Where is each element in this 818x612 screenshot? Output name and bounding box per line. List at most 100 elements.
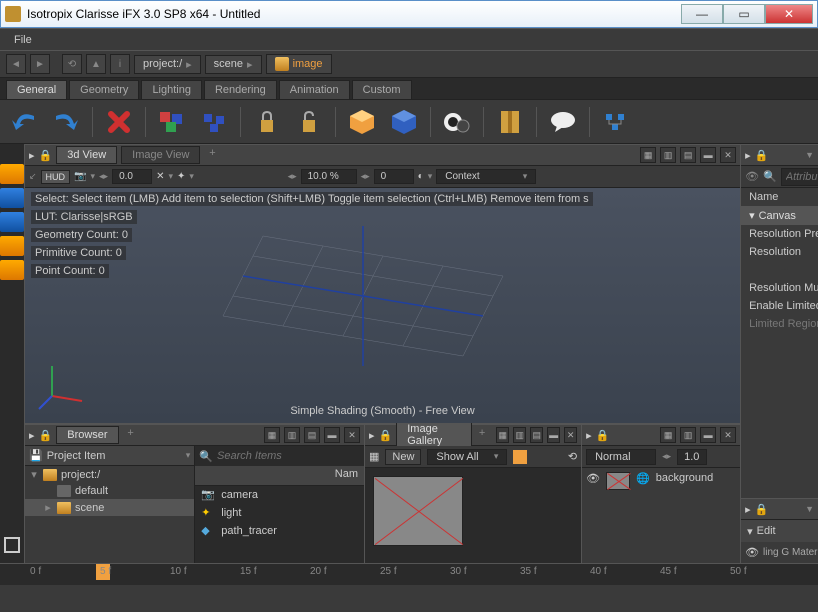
group-button[interactable] <box>156 106 188 138</box>
layout-button[interactable]: ▬ <box>324 427 340 443</box>
item-row[interactable]: 📷camera <box>195 486 364 504</box>
layout-button[interactable]: ▬ <box>547 427 560 443</box>
context-dropdown[interactable]: Context ▾ <box>436 169 536 184</box>
lock-icon[interactable]: 🔒 <box>39 429 53 442</box>
pin-icon[interactable]: ▸ <box>29 149 35 162</box>
delete-button[interactable] <box>103 106 135 138</box>
annotate-button[interactable] <box>547 106 579 138</box>
tool-move[interactable] <box>0 188 24 208</box>
attr-resolution[interactable]: Resolution <box>741 243 818 261</box>
lock-icon[interactable]: 🔒 <box>596 429 610 442</box>
dropdown-icon[interactable]: ▼ <box>805 150 814 160</box>
shelf-tab-animation[interactable]: Animation <box>279 80 350 99</box>
breadcrumb-image[interactable]: image <box>266 54 332 74</box>
tree-row-scene[interactable]: ▸scene <box>25 499 194 516</box>
layer-name[interactable]: background <box>656 472 714 484</box>
shelf-tab-general[interactable]: General <box>6 80 67 99</box>
new-button[interactable]: New <box>385 449 421 465</box>
add-tab-button[interactable]: + <box>204 147 220 163</box>
pin-icon[interactable]: ▸ <box>29 429 35 442</box>
add-tab-button[interactable]: + <box>476 427 489 443</box>
item-row[interactable]: ✦light <box>195 504 364 522</box>
unlock-button[interactable] <box>293 106 325 138</box>
tool-select[interactable] <box>0 164 24 184</box>
attributes-filter-input[interactable] <box>781 168 818 186</box>
opacity-field[interactable]: 1.0 <box>677 449 707 465</box>
layout-button[interactable]: ▥ <box>680 427 696 443</box>
eye-icon[interactable]: 👁 <box>745 170 759 183</box>
tree-row-default[interactable]: default <box>25 483 194 499</box>
panel-close-button[interactable]: ✕ <box>344 427 360 443</box>
gallery-thumbnail[interactable] <box>373 476 463 546</box>
dropdown-icon[interactable]: ▼ <box>805 504 814 514</box>
hud-toggle[interactable]: HUD <box>41 170 71 184</box>
layout-1-button[interactable]: ▦ <box>640 147 656 163</box>
pin-icon[interactable]: ▸ <box>586 429 592 442</box>
attr-resolution-multiplier[interactable]: Resolution Multiplier <box>741 279 818 297</box>
layout-button[interactable]: ▦ <box>496 427 509 443</box>
nav-forward-button[interactable]: ► <box>30 54 50 74</box>
layer-thumbnail[interactable] <box>606 472 630 490</box>
layout-button[interactable]: ▤ <box>304 427 320 443</box>
box-blue-button[interactable] <box>388 106 420 138</box>
layout-2-button[interactable]: ▥ <box>660 147 676 163</box>
project-item-label[interactable]: Project Item <box>47 450 106 462</box>
pin-icon[interactable]: ▸ <box>745 149 751 162</box>
archive-button[interactable] <box>494 106 526 138</box>
search-items-input[interactable] <box>217 450 360 462</box>
eye-icon[interactable]: 👁 <box>586 472 600 485</box>
gallery-grid-icon[interactable]: ▦ <box>369 450 379 463</box>
hierarchy-button[interactable] <box>600 106 632 138</box>
tab-browser[interactable]: Browser <box>56 426 118 444</box>
lock-icon[interactable]: 🔒 <box>379 429 393 442</box>
refresh-icon[interactable]: ⟲ <box>568 450 577 463</box>
layout-button[interactable]: ▥ <box>284 427 300 443</box>
layout-button[interactable]: ▬ <box>700 427 716 443</box>
render-settings-button[interactable] <box>441 106 473 138</box>
vp-camera-icon[interactable]: 📷 <box>74 171 86 182</box>
layout-button[interactable]: ▤ <box>530 427 543 443</box>
layout-button[interactable]: ▦ <box>264 427 280 443</box>
tab-image-view[interactable]: Image View <box>121 146 200 164</box>
column-name[interactable]: Nam <box>195 466 364 486</box>
undo-button[interactable] <box>8 106 40 138</box>
vp-magic-icon[interactable]: ✦ <box>177 171 185 182</box>
show-all-dropdown[interactable]: Show All▾ <box>427 449 507 465</box>
nav-info-button[interactable]: i <box>110 54 130 74</box>
panel-close-button[interactable]: ✕ <box>720 427 736 443</box>
shelf-tab-geometry[interactable]: Geometry <box>69 80 139 99</box>
maximize-button[interactable]: ▭ <box>723 4 765 24</box>
layout-button[interactable]: ▥ <box>513 427 526 443</box>
lock-icon[interactable]: 🔒 <box>39 149 53 162</box>
layout-button[interactable]: ▦ <box>660 427 676 443</box>
breadcrumb-root[interactable]: project:/▸ <box>134 55 201 74</box>
tool-frame[interactable] <box>4 537 20 553</box>
attr-name[interactable]: Name <box>741 188 818 206</box>
blend-mode-dropdown[interactable]: Normal <box>586 449 656 465</box>
gallery-color-icon[interactable] <box>513 450 527 464</box>
frame-field[interactable]: 0 <box>374 169 414 184</box>
timeline[interactable]: 0 f 5 f 10 f 15 f 20 f 25 f 30 f 35 f 40… <box>0 563 818 585</box>
nav-up-button[interactable]: ▲ <box>86 54 106 74</box>
lock-button[interactable] <box>251 106 283 138</box>
box-orange-button[interactable] <box>346 106 378 138</box>
attr-resolution-preset[interactable]: Resolution Preset <box>741 225 818 243</box>
shelf-tab-custom[interactable]: Custom <box>352 80 412 99</box>
item-row[interactable]: ◆path_tracer <box>195 522 364 540</box>
lock-icon[interactable]: 🔒 <box>755 503 769 516</box>
tool-scale[interactable] <box>0 236 24 256</box>
nav-back-button[interactable]: ◄ <box>6 54 26 74</box>
pin-icon[interactable]: ▸ <box>745 503 751 516</box>
close-button[interactable]: ✕ <box>765 4 813 24</box>
tool-rotate[interactable] <box>0 212 24 232</box>
panel-close-button[interactable]: ✕ <box>564 427 577 443</box>
menu-file[interactable]: File <box>8 32 38 48</box>
add-tab-button[interactable]: + <box>123 427 139 443</box>
viewport-3d[interactable]: Select: Select item (LMB) Add item to se… <box>25 188 740 423</box>
minimize-button[interactable]: — <box>681 4 723 24</box>
percent-field[interactable]: 10.0 % <box>301 169 357 184</box>
layout-3-button[interactable]: ▤ <box>680 147 696 163</box>
lock-icon[interactable]: 🔒 <box>755 149 769 162</box>
shelf-tab-rendering[interactable]: Rendering <box>204 80 277 99</box>
breadcrumb-scene[interactable]: scene▸ <box>205 55 262 74</box>
